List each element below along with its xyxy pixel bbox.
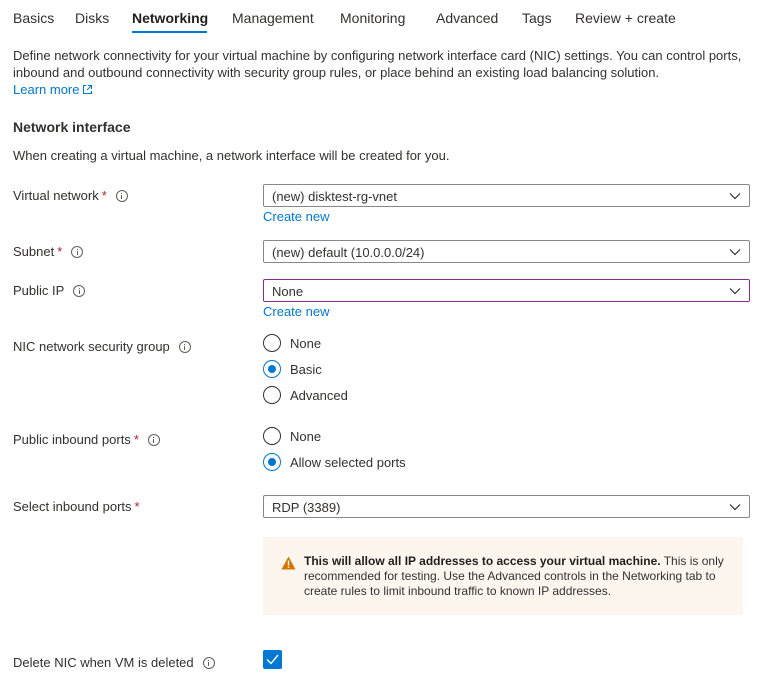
tab-management[interactable]: Management (232, 10, 314, 26)
select-inbound-ports-value: RDP (3389) (272, 500, 341, 515)
nic-nsg-label-text: NIC network security group (13, 339, 170, 354)
warning-icon (281, 556, 296, 570)
public-inbound-ports-label: Public inbound ports * (13, 432, 160, 447)
subnet-label-text: Subnet (13, 244, 55, 259)
subnet-value: (new) default (10.0.0.0/24) (272, 245, 425, 260)
chevron-down-icon (729, 504, 741, 511)
chevron-down-icon (729, 193, 741, 200)
info-icon[interactable] (71, 245, 84, 258)
radio-label: None (290, 428, 322, 444)
delete-nic-checkbox[interactable] (263, 650, 282, 669)
active-tab-indicator (132, 31, 207, 33)
info-icon[interactable] (73, 284, 86, 297)
info-icon[interactable] (202, 656, 215, 669)
radio-button-checked[interactable] (263, 360, 281, 378)
tab-review-create[interactable]: Review + create (575, 10, 676, 26)
select-inbound-ports-dropdown[interactable]: RDP (3389) (263, 495, 750, 518)
delete-nic-label: Delete NIC when VM is deleted (13, 655, 215, 670)
warning-message: This will allow all IP addresses to acce… (304, 554, 734, 599)
tab-tags[interactable]: Tags (522, 10, 552, 26)
public-ip-label-text: Public IP (13, 283, 65, 298)
radio-label: Advanced (290, 387, 348, 403)
info-icon[interactable] (147, 433, 160, 446)
required-marker: * (134, 499, 140, 514)
public-ip-label: Public IP (13, 283, 86, 298)
tab-bar: Basics Disks Networking Management Monit… (0, 0, 767, 36)
external-link-icon (83, 85, 93, 94)
radio-button[interactable] (263, 386, 281, 404)
public-ip-create-new-link[interactable]: Create new (263, 304, 329, 319)
delete-nic-label-text: Delete NIC when VM is deleted (13, 655, 194, 670)
select-inbound-ports-label-text: Select inbound ports (13, 499, 132, 514)
tab-disks[interactable]: Disks (75, 10, 109, 26)
select-inbound-ports-label: Select inbound ports * (13, 499, 140, 514)
info-icon[interactable] (178, 340, 191, 353)
virtual-network-value: (new) disktest-rg-vnet (272, 189, 397, 204)
learn-more-link[interactable]: Learn more (13, 82, 79, 97)
virtual-network-label: Virtual network * (13, 188, 128, 203)
learn-more-container: Learn more (13, 81, 93, 98)
nic-nsg-option-basic[interactable]: Basic (263, 360, 322, 378)
virtual-network-dropdown[interactable]: (new) disktest-rg-vnet (263, 184, 750, 207)
radio-button[interactable] (263, 334, 281, 352)
chevron-down-icon (729, 288, 741, 295)
chevron-down-icon (729, 249, 741, 256)
inbound-warning-banner: This will allow all IP addresses to acce… (263, 537, 743, 615)
subnet-label: Subnet * (13, 244, 84, 259)
tab-basics[interactable]: Basics (13, 10, 54, 26)
required-marker: * (57, 244, 63, 259)
public-ip-value: None (272, 284, 304, 299)
subnet-dropdown[interactable]: (new) default (10.0.0.0/24) (263, 240, 750, 263)
info-icon[interactable] (115, 189, 128, 202)
inbound-ports-option-none[interactable]: None (263, 427, 321, 445)
network-interface-title: Network interface (13, 119, 131, 135)
tab-networking[interactable]: Networking (132, 10, 208, 26)
radio-button[interactable] (263, 427, 281, 445)
radio-button-checked[interactable] (263, 453, 281, 471)
radio-label: Basic (290, 361, 322, 377)
tab-advanced[interactable]: Advanced (436, 10, 498, 26)
warning-bold-text: This will allow all IP addresses to acce… (304, 554, 661, 568)
inbound-ports-option-allow-selected[interactable]: Allow selected ports (263, 453, 406, 471)
virtual-network-label-text: Virtual network (13, 188, 99, 203)
network-interface-description: When creating a virtual machine, a netwo… (13, 148, 450, 163)
nic-nsg-option-none[interactable]: None (263, 334, 321, 352)
checkmark-icon (266, 654, 279, 665)
radio-label: None (290, 335, 322, 351)
virtual-network-create-new-link[interactable]: Create new (263, 209, 329, 224)
networking-description: Define network connectivity for your vir… (13, 48, 742, 80)
required-marker: * (133, 432, 139, 447)
public-ip-dropdown[interactable]: None (263, 279, 750, 302)
nic-nsg-option-advanced[interactable]: Advanced (263, 386, 348, 404)
nic-nsg-label: NIC network security group (13, 339, 191, 354)
radio-label: Allow selected ports (290, 454, 406, 470)
required-marker: * (101, 188, 107, 203)
public-inbound-ports-label-text: Public inbound ports (13, 432, 131, 447)
tab-monitoring[interactable]: Monitoring (340, 10, 405, 26)
